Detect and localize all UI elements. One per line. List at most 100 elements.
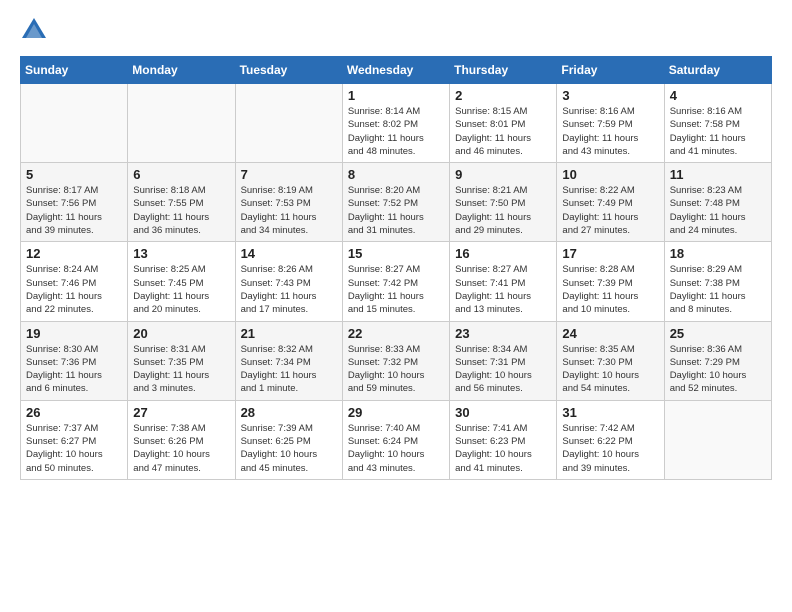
calendar-cell: 25 Sunrise: 8:36 AM Sunset: 7:29 PM Dayli… [664,321,771,400]
day-info: Sunrise: 8:30 AM Sunset: 7:36 PM Dayligh… [26,343,122,396]
weekday-header-tuesday: Tuesday [235,57,342,84]
day-number: 13 [133,246,229,261]
day-info: Sunrise: 8:28 AM Sunset: 7:39 PM Dayligh… [562,263,658,316]
day-number: 29 [348,405,444,420]
day-number: 12 [26,246,122,261]
day-number: 25 [670,326,766,341]
day-number: 4 [670,88,766,103]
weekday-header-thursday: Thursday [450,57,557,84]
day-number: 28 [241,405,337,420]
day-number: 19 [26,326,122,341]
calendar-cell: 26 Sunrise: 7:37 AM Sunset: 6:27 PM Dayli… [21,400,128,479]
day-info: Sunrise: 8:32 AM Sunset: 7:34 PM Dayligh… [241,343,337,396]
calendar-cell: 7 Sunrise: 8:19 AM Sunset: 7:53 PM Daylig… [235,163,342,242]
calendar-cell: 17 Sunrise: 8:28 AM Sunset: 7:39 PM Dayli… [557,242,664,321]
day-info: Sunrise: 8:16 AM Sunset: 7:59 PM Dayligh… [562,105,658,158]
day-number: 21 [241,326,337,341]
calendar-cell: 11 Sunrise: 8:23 AM Sunset: 7:48 PM Dayli… [664,163,771,242]
day-info: Sunrise: 7:42 AM Sunset: 6:22 PM Dayligh… [562,422,658,475]
logo [20,16,52,44]
calendar-cell: 15Sunrise: 8:27 AM Sunset: 7:42 PM Dayli… [342,242,449,321]
day-number: 20 [133,326,229,341]
day-info: Sunrise: 8:34 AM Sunset: 7:31 PM Dayligh… [455,343,551,396]
calendar-cell: 1 Sunrise: 8:14 AM Sunset: 8:02 PM Daylig… [342,84,449,163]
day-number: 30 [455,405,551,420]
day-number: 9 [455,167,551,182]
day-number: 8 [348,167,444,182]
calendar-cell: 14 Sunrise: 8:26 AM Sunset: 7:43 PM Dayli… [235,242,342,321]
day-info: Sunrise: 8:21 AM Sunset: 7:50 PM Dayligh… [455,184,551,237]
day-info: Sunrise: 8:24 AM Sunset: 7:46 PM Dayligh… [26,263,122,316]
calendar-week-2: 5 Sunrise: 8:17 AM Sunset: 7:56 PM Daylig… [21,163,772,242]
day-info: Sunrise: 8:23 AM Sunset: 7:48 PM Dayligh… [670,184,766,237]
day-number: 27 [133,405,229,420]
calendar-cell: 21 Sunrise: 8:32 AM Sunset: 7:34 PM Dayli… [235,321,342,400]
day-info: Sunrise: 8:31 AM Sunset: 7:35 PM Dayligh… [133,343,229,396]
day-info: Sunrise: 8:19 AM Sunset: 7:53 PM Dayligh… [241,184,337,237]
calendar-cell: 3 Sunrise: 8:16 AM Sunset: 7:59 PM Daylig… [557,84,664,163]
calendar-cell: 13 Sunrise: 8:25 AM Sunset: 7:45 PM Dayli… [128,242,235,321]
day-info: Sunrise: 8:18 AM Sunset: 7:55 PM Dayligh… [133,184,229,237]
calendar-cell [664,400,771,479]
day-info: Sunrise: 8:33 AM Sunset: 7:32 PM Dayligh… [348,343,444,396]
day-info: Sunrise: 7:40 AM Sunset: 6:24 PM Dayligh… [348,422,444,475]
calendar-cell: 8 Sunrise: 8:20 AM Sunset: 7:52 PM Daylig… [342,163,449,242]
day-info: Sunrise: 8:16 AM Sunset: 7:58 PM Dayligh… [670,105,766,158]
day-info: Sunrise: 8:26 AM Sunset: 7:43 PM Dayligh… [241,263,337,316]
day-number: 26 [26,405,122,420]
day-number: 1 [348,88,444,103]
day-info: Sunrise: 8:20 AM Sunset: 7:52 PM Dayligh… [348,184,444,237]
calendar-cell [128,84,235,163]
day-number: 23 [455,326,551,341]
calendar: SundayMondayTuesdayWednesdayThursdayFrid… [20,56,772,480]
day-info: Sunrise: 8:25 AM Sunset: 7:45 PM Dayligh… [133,263,229,316]
weekday-header-saturday: Saturday [664,57,771,84]
day-number: 16 [455,246,551,261]
page: SundayMondayTuesdayWednesdayThursdayFrid… [0,0,792,612]
day-info: Sunrise: 8:27 AM Sunset: 7:41 PM Dayligh… [455,263,551,316]
calendar-cell: 16 Sunrise: 8:27 AM Sunset: 7:41 PM Dayli… [450,242,557,321]
weekday-header-friday: Friday [557,57,664,84]
calendar-cell: 12 Sunrise: 8:24 AM Sunset: 7:46 PM Dayli… [21,242,128,321]
calendar-cell: 18 Sunrise: 8:29 AM Sunset: 7:38 PM Dayli… [664,242,771,321]
day-info: Sunrise: 8:17 AM Sunset: 7:56 PM Dayligh… [26,184,122,237]
day-number: 31 [562,405,658,420]
day-info: Sunrise: 7:39 AM Sunset: 6:25 PM Dayligh… [241,422,337,475]
calendar-cell: 20 Sunrise: 8:31 AM Sunset: 7:35 PM Dayli… [128,321,235,400]
day-info: Sunrise: 8:22 AM Sunset: 7:49 PM Dayligh… [562,184,658,237]
day-number: 24 [562,326,658,341]
logo-icon [20,16,48,44]
calendar-week-3: 12 Sunrise: 8:24 AM Sunset: 7:46 PM Dayli… [21,242,772,321]
day-number: 14 [241,246,337,261]
calendar-cell: 27Sunrise: 7:38 AM Sunset: 6:26 PM Dayli… [128,400,235,479]
day-info: Sunrise: 8:29 AM Sunset: 7:38 PM Dayligh… [670,263,766,316]
day-number: 5 [26,167,122,182]
day-number: 2 [455,88,551,103]
calendar-cell: 4 Sunrise: 8:16 AM Sunset: 7:58 PM Daylig… [664,84,771,163]
calendar-cell [235,84,342,163]
day-info: Sunrise: 8:36 AM Sunset: 7:29 PM Dayligh… [670,343,766,396]
calendar-week-5: 26 Sunrise: 7:37 AM Sunset: 6:27 PM Dayli… [21,400,772,479]
calendar-cell: 6 Sunrise: 8:18 AM Sunset: 7:55 PM Daylig… [128,163,235,242]
day-info: Sunrise: 8:15 AM Sunset: 8:01 PM Dayligh… [455,105,551,158]
day-number: 18 [670,246,766,261]
calendar-week-4: 19 Sunrise: 8:30 AM Sunset: 7:36 PM Dayli… [21,321,772,400]
calendar-cell: 5 Sunrise: 8:17 AM Sunset: 7:56 PM Daylig… [21,163,128,242]
day-number: 17 [562,246,658,261]
day-info: Sunrise: 8:14 AM Sunset: 8:02 PM Dayligh… [348,105,444,158]
day-info: Sunrise: 7:37 AM Sunset: 6:27 PM Dayligh… [26,422,122,475]
day-number: 15 [348,246,444,261]
day-number: 7 [241,167,337,182]
calendar-cell: 28 Sunrise: 7:39 AM Sunset: 6:25 PM Dayli… [235,400,342,479]
day-number: 3 [562,88,658,103]
day-number: 11 [670,167,766,182]
calendar-cell: 2 Sunrise: 8:15 AM Sunset: 8:01 PM Daylig… [450,84,557,163]
weekday-header-sunday: Sunday [21,57,128,84]
calendar-week-1: 1 Sunrise: 8:14 AM Sunset: 8:02 PM Daylig… [21,84,772,163]
day-number: 22 [348,326,444,341]
calendar-cell: 31 Sunrise: 7:42 AM Sunset: 6:22 PM Dayli… [557,400,664,479]
day-number: 6 [133,167,229,182]
calendar-cell: 29 Sunrise: 7:40 AM Sunset: 6:24 PM Dayli… [342,400,449,479]
calendar-cell [21,84,128,163]
calendar-cell: 23 Sunrise: 8:34 AM Sunset: 7:31 PM Dayli… [450,321,557,400]
